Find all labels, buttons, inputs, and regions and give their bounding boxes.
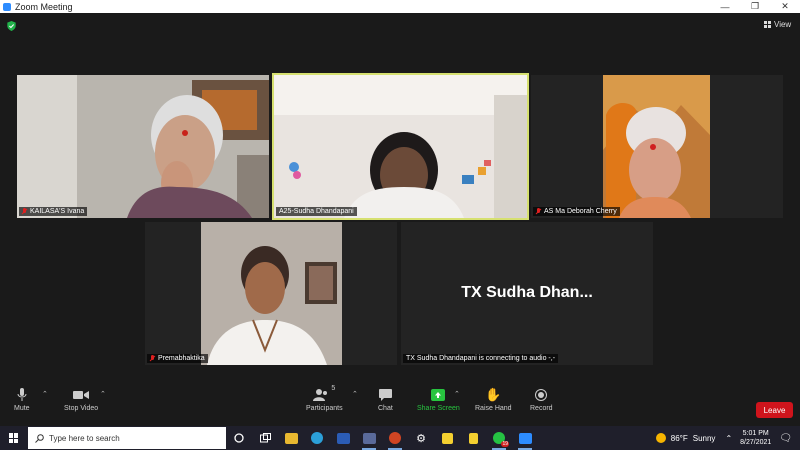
window-titlebar: Zoom Meeting — ❐ ✕	[0, 0, 800, 13]
participant-video	[145, 222, 397, 365]
participant-video	[531, 75, 783, 218]
clock[interactable]: 5:01 PM 8/27/2021	[740, 429, 771, 447]
muted-mic-icon	[150, 355, 155, 362]
participant-video	[274, 75, 527, 218]
participants-count: 5	[331, 385, 336, 392]
participant-name: Premabhaktika	[158, 355, 205, 362]
video-tile-3[interactable]: AS Ma Deborah Cherry	[531, 75, 783, 218]
minimize-button[interactable]: —	[710, 0, 740, 13]
participants-label: Participants	[306, 405, 343, 412]
mute-options-chevron-icon[interactable]: ⌃	[42, 390, 48, 398]
close-button[interactable]: ✕	[770, 0, 800, 13]
participant-video	[17, 75, 269, 218]
video-tile-5[interactable]: TX Sudha Dhan... TX Sudha Dhandapani is …	[401, 222, 653, 365]
muted-mic-icon	[536, 208, 541, 215]
participant-name-label: AS Ma Deborah Cherry	[533, 207, 620, 216]
view-label: View	[774, 20, 792, 29]
record-icon	[535, 385, 548, 405]
raise-hand-label: Raise Hand	[475, 405, 512, 412]
muted-mic-icon	[22, 208, 27, 215]
whatsapp-badge: 19	[501, 441, 509, 447]
view-button[interactable]: View	[764, 20, 791, 29]
chat-button[interactable]: Chat	[378, 385, 393, 412]
window-title: Zoom Meeting	[15, 1, 73, 12]
share-screen-label: Share Screen	[417, 405, 460, 412]
raise-hand-icon: ✋	[485, 387, 502, 402]
video-camera-icon	[73, 385, 90, 405]
chevron-up-icon[interactable]: ⌃	[725, 434, 732, 443]
xbox-icon[interactable]	[460, 426, 486, 450]
video-tile-1[interactable]: KAILASA'S Ivana	[17, 75, 269, 218]
meeting-toolbar: Mute ⌃ Stop Video ⌃ 5 Participants ⌃ Cha…	[0, 380, 800, 426]
microphone-icon	[17, 385, 27, 405]
settings-gear-icon[interactable]: ⚙	[408, 426, 434, 450]
meeting-area: View KAILASA'S Ivana A25-Sudha Dhandapan…	[0, 13, 800, 426]
windows-logo-icon	[9, 433, 19, 443]
participant-display-name: TX Sudha Dhan...	[461, 284, 593, 301]
participant-name-label: KAILASA'S Ivana	[19, 207, 88, 216]
search-placeholder: Type here to search	[49, 433, 120, 443]
participants-icon: 5	[313, 385, 335, 405]
video-options-chevron-icon[interactable]: ⌃	[100, 390, 106, 398]
maximize-button[interactable]: ❐	[740, 0, 770, 13]
share-screen-icon	[431, 385, 446, 405]
start-button[interactable]	[0, 426, 28, 450]
whatsapp-icon[interactable]: 19	[486, 426, 512, 450]
chat-bubble-icon	[378, 385, 392, 405]
record-label: Record	[530, 405, 553, 412]
participant-name: AS Ma Deborah Cherry	[544, 208, 617, 215]
stop-video-label: Stop Video	[64, 405, 99, 412]
share-options-chevron-icon[interactable]: ⌃	[454, 390, 460, 398]
task-view-icon[interactable]	[252, 426, 278, 450]
sticky-notes-icon[interactable]	[434, 426, 460, 450]
sun-weather-icon	[655, 433, 666, 443]
participants-options-chevron-icon[interactable]: ⌃	[352, 390, 358, 398]
weather-temperature[interactable]: 86°F	[671, 434, 688, 443]
powerpoint-icon[interactable]	[382, 426, 408, 450]
leave-button[interactable]: Leave	[756, 402, 793, 418]
clock-time: 5:01 PM	[742, 430, 769, 437]
video-tile-2[interactable]: A25-Sudha Dhandapani	[272, 73, 529, 220]
file-explorer-icon[interactable]	[278, 426, 304, 450]
taskbar-search-box[interactable]: Type here to search	[28, 427, 226, 449]
grid-view-icon	[764, 21, 771, 28]
security-shield-icon[interactable]	[7, 21, 16, 31]
participant-name: A25-Sudha Dhandapani	[279, 208, 354, 215]
zoom-logo-icon	[3, 2, 11, 11]
record-button[interactable]: Record	[530, 385, 553, 412]
participant-name-label: A25-Sudha Dhandapani	[276, 207, 357, 216]
notifications-icon[interactable]: 🗨	[779, 433, 792, 444]
word-icon[interactable]	[330, 426, 356, 450]
system-tray: 86°F Sunny ⌃ 5:01 PM 8/27/2021 🗨	[655, 426, 800, 450]
edge-browser-icon[interactable]	[304, 426, 330, 450]
participant-name-label: Premabhaktika	[147, 354, 208, 363]
participant-status: TX Sudha Dhandapani is connecting to aud…	[406, 355, 556, 362]
clock-date: 8/27/2021	[740, 439, 772, 446]
participant-name-label: TX Sudha Dhandapani is connecting to aud…	[403, 354, 559, 363]
chat-label: Chat	[378, 405, 393, 412]
cortana-icon[interactable]	[226, 426, 252, 450]
raise-hand-button[interactable]: ✋ Raise Hand	[475, 385, 512, 412]
weather-description[interactable]: Sunny	[693, 434, 716, 443]
windows-taskbar: Type here to search ⚙ 19 86°F Sunny ⌃ 5:…	[0, 426, 800, 450]
stop-video-button[interactable]: Stop Video	[64, 385, 98, 412]
participant-name: KAILASA'S Ivana	[30, 208, 85, 215]
participants-button[interactable]: 5 Participants	[306, 385, 343, 412]
zoom-taskbar-icon[interactable]	[512, 426, 538, 450]
mute-label: Mute	[14, 405, 30, 412]
mute-button[interactable]: Mute	[14, 385, 30, 412]
photos-app-icon[interactable]	[356, 426, 382, 450]
video-tile-4[interactable]: Premabhaktika	[145, 222, 397, 365]
search-icon	[35, 433, 44, 443]
